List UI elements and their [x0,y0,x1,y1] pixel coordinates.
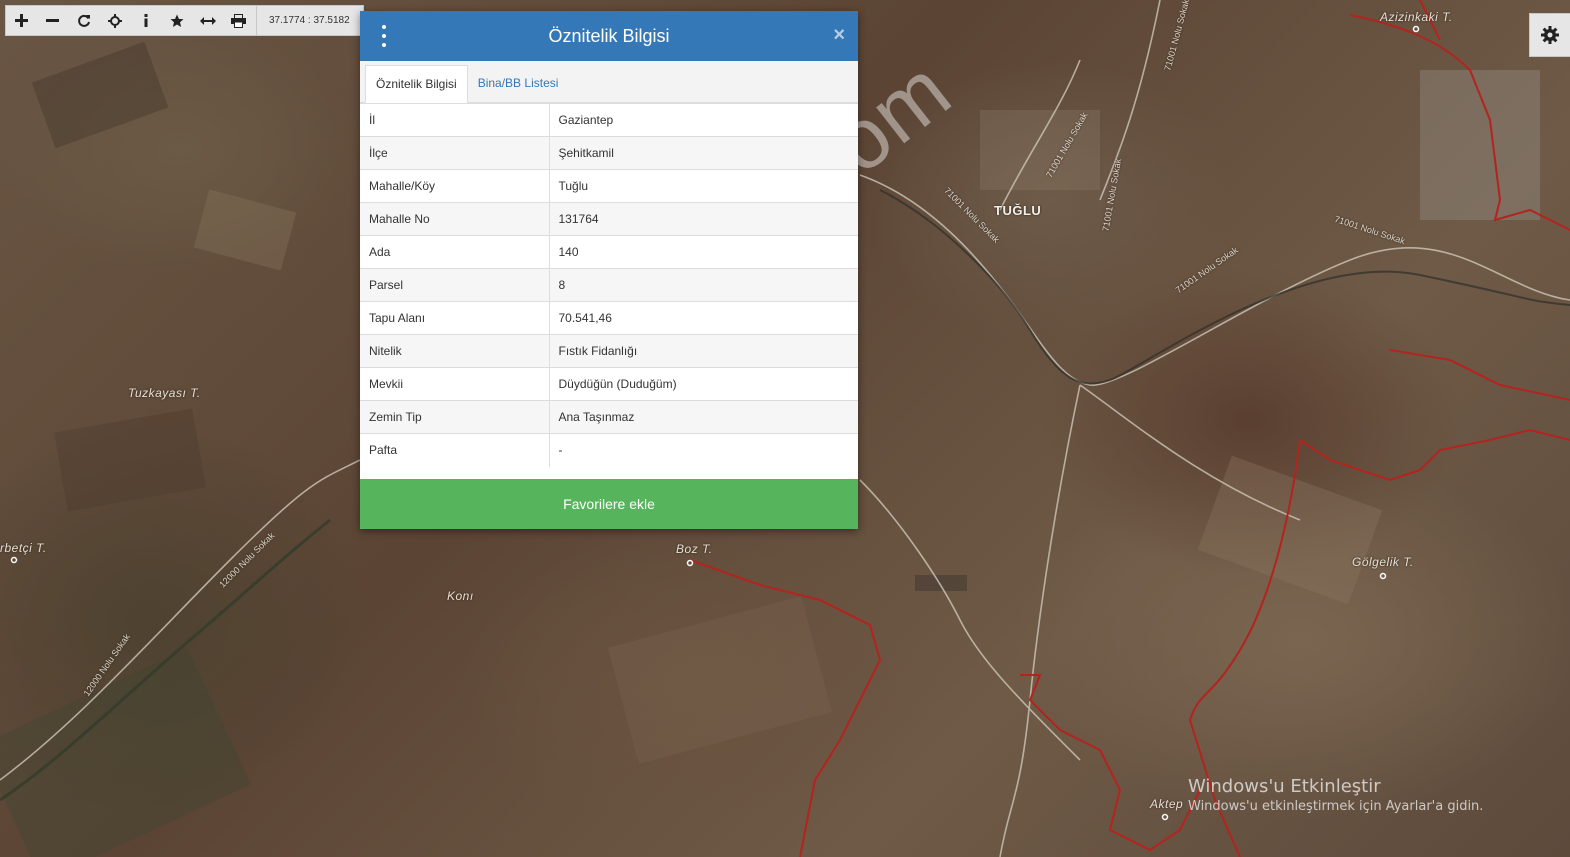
gear-icon [1541,26,1559,44]
attribute-info-dialog: Öznitelik Bilgisi × Öznitelik Bilgisi Bi… [360,11,858,529]
attribute-value: 70.541,46 [549,301,858,335]
attribute-value: Düydüğün (Duduğüm) [549,367,858,401]
map-toolbar: 37.1774 : 37.5182 [5,5,364,36]
minus-icon [46,19,59,22]
table-row: Mahalle/Köy Tuğlu [360,169,858,203]
attribute-key: Tapu Alanı [360,301,550,335]
place-label-tuzkayasi: Tuzkayası T. [128,386,201,400]
info-button[interactable] [130,6,161,35]
zoom-out-button[interactable] [37,6,68,35]
zoom-in-button[interactable] [6,6,37,35]
table-row: Mahalle No 131764 [360,202,858,236]
windows-activation-notice: Windows'u Etkinleştir Windows'u etkinleş… [1188,776,1483,814]
add-to-favorites-button[interactable]: Favorilere ekle [360,479,858,529]
attribute-value: Gaziantep [549,103,858,137]
attribute-value: 8 [549,268,858,302]
print-icon [231,13,246,28]
attribute-key: Pafta [360,433,550,467]
tab-building-list[interactable]: Bina/BB Listesi [468,64,569,102]
table-row: Parsel 8 [360,268,858,302]
attribute-key: Mahalle/Köy [360,169,550,203]
attribute-key: İl [360,103,550,137]
tab-attribute-info[interactable]: Öznitelik Bilgisi [365,65,468,103]
table-row: İl Gaziantep [360,103,858,137]
attribute-value: 131764 [549,202,858,236]
favorites-button[interactable] [161,6,192,35]
attribute-key: İlçe [360,136,550,170]
dialog-title: Öznitelik Bilgisi [548,25,670,46]
arrows-horizontal-icon [199,16,216,25]
attribute-value: Şehitkamil [549,136,858,170]
dialog-tabs: Öznitelik Bilgisi Bina/BB Listesi [360,61,858,103]
place-label-aktepe: Aktep [1150,797,1184,811]
vertical-dots-icon [382,25,386,29]
info-icon [144,14,147,27]
table-row: Nitelik Fıstık Fidanlığı [360,334,858,368]
place-label-erbetci: rbetçi T. [0,541,47,555]
attribute-value: Fıstık Fidanlığı [549,334,858,368]
attribute-key: Nitelik [360,334,550,368]
table-row: Ada 140 [360,235,858,269]
refresh-button[interactable] [68,6,99,35]
vertical-dots-icon [382,43,386,47]
table-row: Pafta - [360,433,858,467]
attribute-value: 140 [549,235,858,269]
refresh-icon [77,14,90,27]
print-button[interactable] [223,6,254,35]
attribute-value: - [549,433,858,467]
vertical-dots-icon [382,34,386,38]
dialog-menu-button[interactable] [380,25,388,47]
attribute-table: İl Gaziantep İlçe Şehitkamil Mahalle/Köy Tuğl… [360,103,858,467]
attribute-key: Ada [360,235,550,269]
attribute-value: Ana Taşınmaz [549,400,858,434]
table-row: Tapu Alanı 70.541,46 [360,301,858,335]
plus-icon [15,14,28,27]
attribute-key: Mahalle No [360,202,550,236]
attribute-key: Zemin Tip [360,400,550,434]
table-row: İlçe Şehitkamil [360,136,858,170]
locate-button[interactable] [99,6,130,35]
windows-activation-title: Windows'u Etkinleştir [1188,776,1381,797]
place-label-tuglu: TUĞLU [994,203,1042,218]
place-label-boz: Boz T. [676,542,713,556]
coordinates-readout: 37.1774 : 37.5182 [256,6,350,35]
attribute-key: Parsel [360,268,550,302]
place-label-golgelik: Gölgelik T. [1352,555,1414,569]
dialog-header: Öznitelik Bilgisi × [360,11,858,61]
windows-activation-subtitle: Windows'u etkinleştirmek için Ayarlar'a … [1188,799,1484,814]
attribute-key: Mevkii [360,367,550,401]
crosshair-icon [107,13,122,28]
star-icon [170,14,183,27]
close-button[interactable]: × [833,25,845,45]
measure-button[interactable] [192,6,223,35]
attribute-value: Tuğlu [549,169,858,203]
settings-button[interactable] [1529,13,1570,57]
table-row: Zemin Tip Ana Taşınmaz [360,400,858,434]
place-label-koni: Konı [447,589,474,603]
table-row: Mevkii Düydüğün (Duduğüm) [360,367,858,401]
place-label-azizinkaki: Azizinkaki T. [1380,10,1453,24]
